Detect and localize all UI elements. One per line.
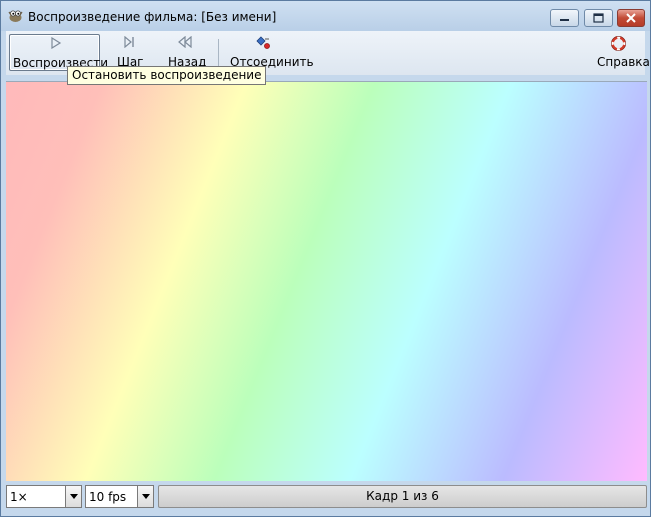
gimp-wilber-icon	[8, 10, 23, 22]
play-icon	[51, 37, 62, 49]
detach-icon	[256, 36, 270, 49]
speed-combo[interactable]: 1×	[6, 485, 82, 508]
preview-canvas[interactable]	[6, 81, 647, 481]
lifebuoy-icon	[611, 36, 626, 51]
fps-value: 10 fps	[89, 490, 127, 504]
toolbar-separator	[218, 39, 219, 69]
help-label: Справка	[597, 55, 650, 69]
frame-label: Кадр 1 из 6	[366, 489, 439, 503]
chevron-down-icon	[70, 494, 78, 499]
step-forward-icon	[124, 36, 134, 48]
tooltip: Остановить воспроизведение	[67, 66, 267, 85]
maximize-button[interactable]	[584, 9, 613, 27]
fps-combo[interactable]: 10 fps	[85, 485, 154, 508]
maximize-icon	[593, 13, 604, 23]
step-back-icon	[178, 36, 192, 48]
minimize-button[interactable]	[550, 9, 579, 27]
chevron-down-icon	[142, 494, 150, 499]
minimize-icon	[560, 19, 569, 21]
close-button[interactable]	[617, 9, 645, 27]
movie-playback-window: Воспроизведение фильма: [Без имени] Восп…	[0, 0, 651, 517]
fps-dropdown-button[interactable]	[137, 486, 153, 507]
title-bar[interactable]: Воспроизведение фильма: [Без имени]	[1, 1, 650, 31]
help-button[interactable]: Справка	[591, 34, 650, 71]
frame-progress-bar[interactable]: Кадр 1 из 6	[158, 485, 647, 508]
window-title: Воспроизведение фильма: [Без имени]	[28, 10, 277, 24]
speed-value: 1×	[10, 490, 28, 504]
speed-dropdown-button[interactable]	[65, 486, 81, 507]
close-icon	[626, 13, 636, 23]
status-bar: 1× 10 fps Кадр 1 из 6	[1, 482, 650, 512]
